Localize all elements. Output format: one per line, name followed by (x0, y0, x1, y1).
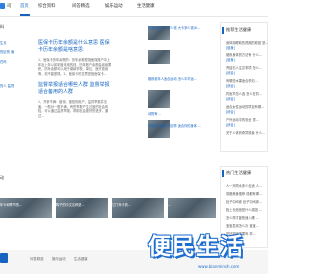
left-frag-3[interactable]: 的人 监督 (0, 84, 30, 88)
thumb-image-2[interactable] (148, 90, 170, 108)
recommend-item-4[interactable]: 钓鱼竿怎么选 怎么在钓... (226, 92, 268, 96)
thumb-caption-0[interactable]: 在缤纷电子卡多少钱 大卡多少钱(6... (148, 26, 218, 30)
thumb-image-1[interactable] (148, 50, 170, 64)
left-frag-0[interactable]: 生长 (0, 41, 30, 45)
recommend-heading-bar (222, 27, 224, 34)
hot-item-5[interactable]: 宝宝发烧怎么办 宝宝... (226, 224, 268, 228)
nav-item-qa[interactable]: 间答精选 (72, 4, 90, 10)
recommend-tag-5[interactable]: [综合] (226, 110, 268, 114)
nav-item-home[interactable]: 首页 (20, 4, 29, 10)
left-frag-2[interactable]: 在吗 (0, 60, 30, 64)
recommend-heading: 推荐生活健康 (226, 27, 252, 32)
article-body-1: 1、开析不满：被领、被投的用户，监督举报并无害，一般对一般不满，有些举报产生过度… (38, 100, 109, 118)
footer-link-health[interactable]: 生活健康 (74, 256, 88, 261)
watermark-logo: 便民生活 (148, 234, 244, 260)
recommend-tag-3[interactable]: [综合] (226, 84, 268, 88)
nav-item-health[interactable]: 生活健康 (137, 4, 155, 10)
recommend-tag-6[interactable]: [综合] (226, 123, 268, 127)
recommend-item-1[interactable]: 锻炼身体的方法有 什么... (226, 53, 268, 57)
article-title-0[interactable]: 医保卡历年余额是什么意思 医保卡历年余额是啥意思 (38, 40, 112, 53)
watermark-url: www.bianminsh.com (198, 264, 240, 269)
hot-item-2[interactable]: 肚子中间疼 肚子中间疼... (226, 200, 268, 204)
hot-item-3[interactable]: 脸上长痘痘是什么原因 ... (226, 208, 268, 212)
recommend-item-3[interactable]: 有哪些水果适合孕妇... (226, 79, 268, 83)
logo-text[interactable]: 司 (7, 4, 11, 10)
sports-image-1[interactable] (56, 198, 108, 218)
sports-image-3[interactable] (168, 198, 216, 218)
recommend-tag-0[interactable]: [健身] (226, 46, 268, 50)
recommend-item-7[interactable]: 关于人体的奇异现象 什么... (226, 131, 268, 135)
recommend-tag-2[interactable]: [综合] (226, 71, 268, 75)
article-title-1[interactable]: 监督举报适合哪些人群 监督举报适合备用的人群 (38, 82, 112, 95)
thumb-caption-1[interactable]: 锻炼老年人适合运动 怎么中华运... (148, 77, 218, 81)
hot-item-1[interactable]: 成都美食推荐 成都有哪... (226, 192, 268, 196)
sports-caption-2[interactable]: 江门年卡的... (112, 203, 162, 207)
left-frag-1[interactable]: 的区别 面 (0, 50, 30, 54)
sports-caption-1[interactable]: 鸭子的中文名称是... (56, 203, 106, 207)
sports-caption-3[interactable]: ... (168, 203, 214, 207)
recommend-tag-1[interactable]: [健身] (226, 58, 268, 62)
recommend-tag-4[interactable]: [综合] (226, 97, 268, 101)
footer-link-qa[interactable]: 问答精选 (30, 256, 44, 261)
recommend-item-2[interactable]: 肾结石人注意事项 怎么... (226, 66, 268, 70)
hot-item-4[interactable]: 怎么样才能快速入睡 ... (226, 216, 268, 220)
left-heading: 料 (0, 24, 5, 29)
thumb-caption-2[interactable]: 动物有... (148, 112, 218, 116)
recommend-item-5[interactable]: 适合女性运动的项目有哪... (226, 105, 268, 109)
recommend-item-6[interactable]: 户外运动中的安全 重... (226, 118, 268, 122)
article-body-0: 1、医保卡历年余额的：历年余额是指医保账户中上年及上年以前年度未用的钱，历年账户… (38, 58, 112, 76)
logo-icon[interactable] (0, 3, 5, 9)
hot-item-0[interactable]: 人一天喝水多少合适 人... (226, 184, 268, 188)
sports-caption-0[interactable]: 年卡和季节的... (0, 203, 50, 207)
top-nav: 司 首页 综合资料 间答精选 娱乐运动 生活健康 (0, 0, 268, 17)
footer-search-button[interactable] (0, 253, 8, 263)
nav-item-sports[interactable]: 娱乐运动 (105, 4, 123, 10)
thumb-image-3[interactable] (148, 120, 170, 138)
recommend-item-0[interactable]: 身体用眼睛热视频的原因 是... (226, 41, 268, 45)
thumb-caption-3[interactable]: 育鼎的问题怎么回事 适合你的身体 ... (148, 124, 218, 128)
sports-image-0[interactable] (0, 198, 52, 218)
nav-active-indicator (20, 14, 30, 16)
sports-image-2[interactable] (112, 198, 164, 218)
sports-heading: 动 (0, 175, 5, 180)
footer-link-sports[interactable]: 娱乐运动 (52, 256, 66, 261)
hot-heading: 热门生活健康 (226, 170, 252, 175)
nav-item-general[interactable]: 综合资料 (38, 4, 56, 10)
hot-heading-bar (222, 170, 224, 177)
